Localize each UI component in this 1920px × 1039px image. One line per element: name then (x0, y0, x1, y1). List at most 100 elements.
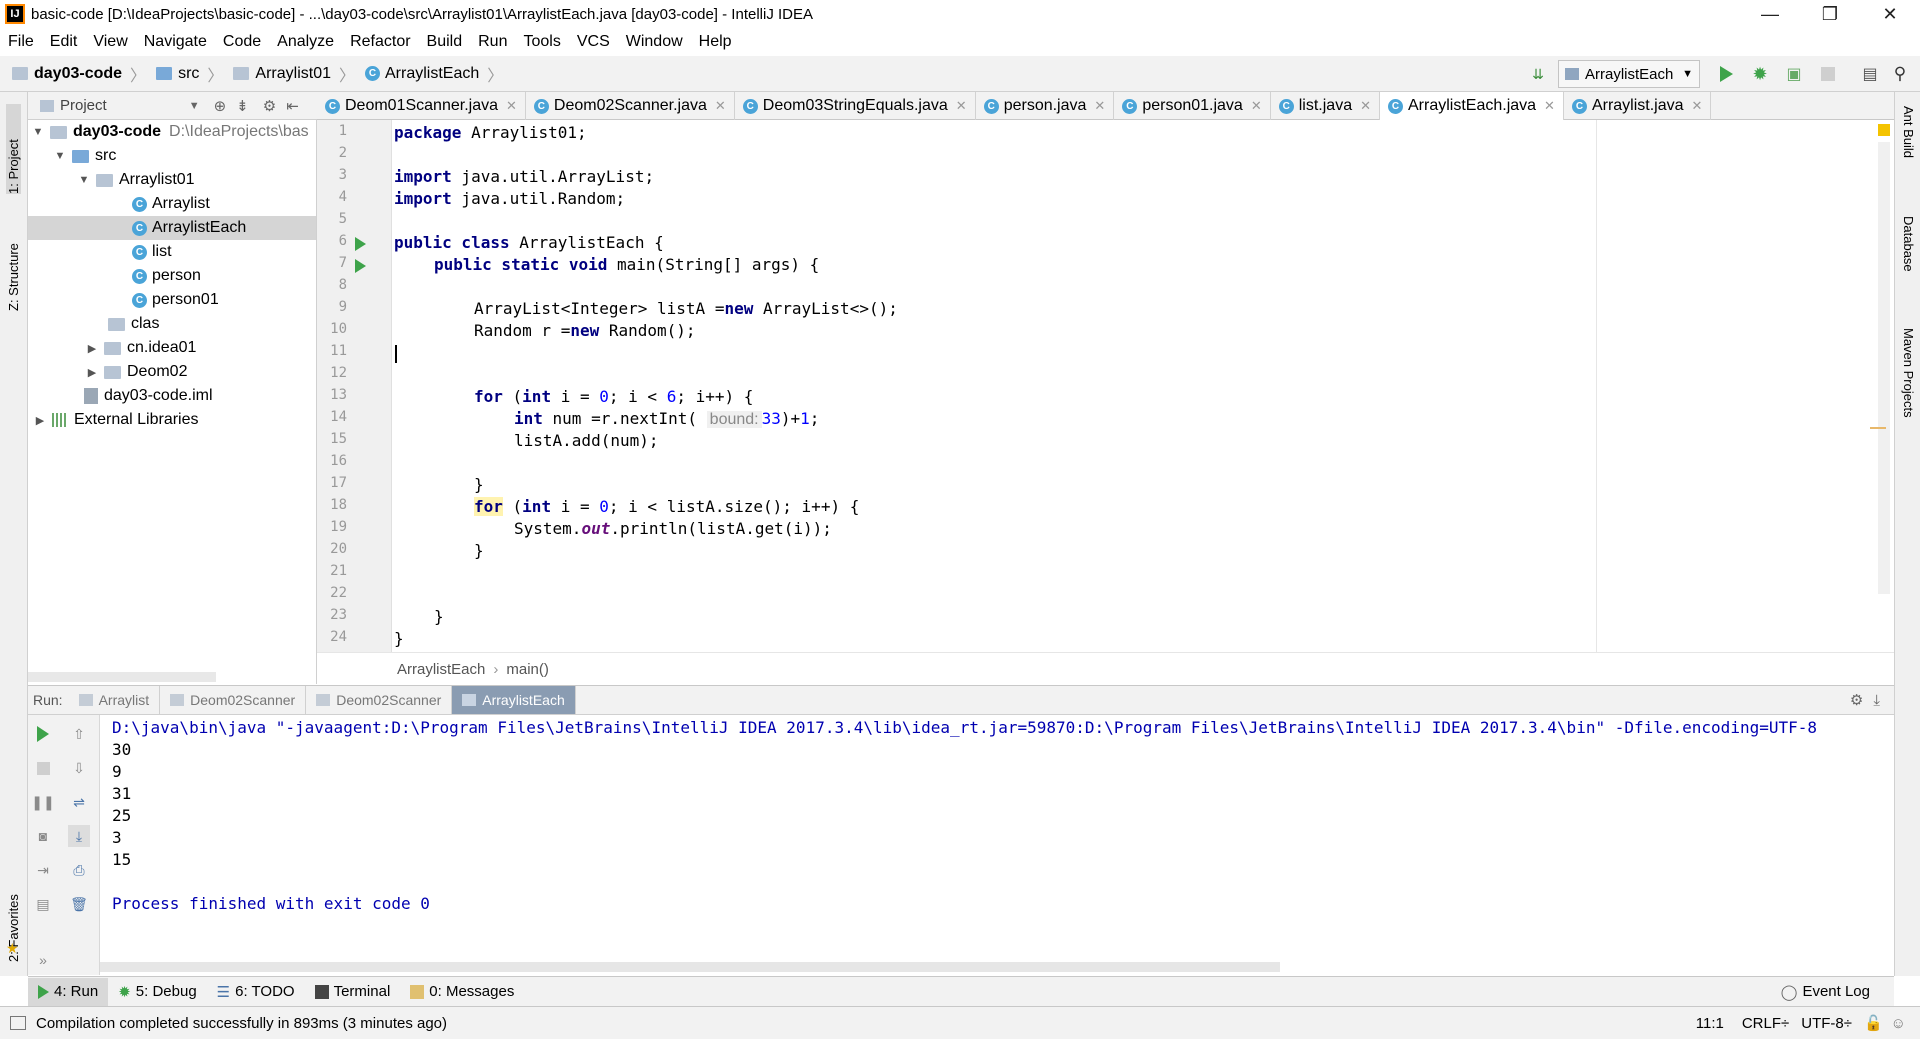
tree-node-class[interactable]: C list (132, 240, 172, 264)
breadcrumb-src[interactable]: src 〉 (156, 62, 223, 86)
print-icon[interactable]: ⎙ (68, 859, 90, 881)
tree-node-package[interactable]: ▼ Arraylist01 (76, 168, 195, 192)
tree-node-class[interactable]: C person (132, 264, 201, 288)
close-button[interactable]: ✕ (1860, 0, 1920, 28)
exit-icon[interactable]: ⇥ (32, 859, 54, 881)
gear-icon[interactable]: ⚙ (1850, 691, 1863, 709)
tab-person01[interactable]: Cperson01.java ✕ (1114, 92, 1271, 120)
run-configuration-select[interactable]: ArraylistEach ▼ (1558, 60, 1700, 88)
hide-panel-icon[interactable]: ⇤ (286, 97, 299, 115)
todo-tool-button[interactable]: ☰ 6: TODO (207, 978, 305, 1006)
tree-node-iml[interactable]: day03-code.iml (84, 384, 213, 408)
project-panel-title[interactable]: Project (60, 97, 107, 114)
close-icon[interactable]: ✕ (956, 98, 967, 114)
breadcrumb-project[interactable]: day03-code 〉 (12, 62, 146, 86)
close-icon[interactable]: ✕ (506, 98, 517, 114)
tree-node-package[interactable]: ▶ Deom02 (84, 360, 188, 384)
tree-node-package[interactable]: ▶ cn.idea01 (84, 336, 197, 360)
database-tool-button[interactable]: Database (1901, 216, 1916, 296)
inspector-icon[interactable]: ☺ (1891, 1015, 1906, 1032)
tree-node-libraries[interactable]: ▶ External Libraries (32, 408, 199, 432)
menu-code[interactable]: Code (215, 33, 269, 51)
run-tab-deom02scanner-2[interactable]: Deom02Scanner (306, 686, 453, 714)
chevron-right-icon[interactable]: ▶ (84, 366, 100, 379)
close-icon[interactable]: ✕ (1692, 98, 1703, 114)
breadcrumb-class[interactable]: ArraylistEach (397, 661, 485, 678)
rerun-icon[interactable] (32, 723, 54, 745)
menu-navigate[interactable]: Navigate (136, 33, 215, 51)
build-project-icon[interactable]: ⇊ (1528, 64, 1548, 84)
console-output[interactable]: D:\java\bin\java "-javaagent:D:\Program … (100, 715, 1894, 975)
chevron-right-icon[interactable]: ▶ (32, 414, 48, 427)
tree-node-class-selected[interactable]: C ArraylistEach (28, 216, 316, 240)
debug-icon[interactable]: ✹ (1750, 64, 1770, 84)
warning-indicator-icon[interactable] (1878, 124, 1890, 136)
trash-icon[interactable]: 🗑 (68, 893, 90, 915)
horizontal-scrollbar[interactable] (100, 962, 1280, 972)
run-tool-button[interactable]: 4: Run (28, 977, 109, 1006)
menu-help[interactable]: Help (691, 33, 740, 51)
tree-node-project[interactable]: ▼ day03-code D:\IdeaProjects\bas (28, 120, 316, 144)
menu-edit[interactable]: Edit (42, 33, 86, 51)
chevron-right-icon[interactable]: ▶ (84, 342, 100, 355)
messages-tool-button[interactable]: 0: Messages (400, 978, 524, 1006)
terminal-tool-button[interactable]: Terminal (305, 978, 401, 1006)
run-tab-arraylisteach[interactable]: ArraylistEach (452, 686, 576, 714)
maximize-button[interactable]: ❐ (1800, 0, 1860, 28)
chevron-down-icon[interactable]: ▼ (189, 100, 200, 112)
close-icon[interactable]: ✕ (1544, 98, 1555, 114)
hide-panel-icon[interactable]: ⤓ (1873, 692, 1880, 709)
menu-window[interactable]: Window (618, 33, 691, 51)
tab-deom03stringequals[interactable]: C Deom03StringEquals.java ✕ (735, 92, 976, 120)
project-tool-button[interactable]: 1: Project (6, 104, 21, 194)
dump-threads-icon[interactable]: ◙ (32, 825, 54, 847)
search-icon[interactable]: ⚲ (1890, 64, 1910, 84)
run-tab-arraylist[interactable]: Arraylist (69, 686, 161, 714)
stop-icon[interactable] (1818, 64, 1838, 84)
close-icon[interactable]: ✕ (715, 98, 726, 114)
run-icon[interactable] (1716, 64, 1736, 84)
status-message[interactable]: Compilation completed successfully in 89… (36, 1015, 447, 1032)
stop-icon[interactable] (32, 757, 54, 779)
menu-analyze[interactable]: Analyze (269, 33, 342, 51)
menu-file[interactable]: File (0, 33, 42, 51)
chevron-down-icon[interactable]: ▼ (30, 126, 46, 138)
tab-deom02scanner[interactable]: C Deom02Scanner.java ✕ (526, 92, 735, 120)
menu-tools[interactable]: Tools (515, 33, 568, 51)
breadcrumb-package[interactable]: Arraylist01 〉 (233, 62, 355, 86)
scroll-to-end-icon[interactable]: ⤓ (68, 825, 90, 847)
tool-windows-toggle-icon[interactable] (10, 1016, 26, 1030)
run-class-gutter-icon[interactable] (355, 237, 366, 251)
down-arrow-icon[interactable]: ⇩ (68, 757, 90, 779)
tab-arraylist[interactable]: C Arraylist.java ✕ (1564, 92, 1712, 120)
chevron-down-icon[interactable]: ▼ (52, 150, 68, 162)
pause-icon[interactable]: ❚❚ (31, 791, 54, 813)
breadcrumb-file[interactable]: C ArraylistEach 〉 (365, 62, 503, 86)
gear-icon[interactable]: ⚙ (263, 97, 276, 115)
close-icon[interactable]: ✕ (1360, 98, 1371, 114)
tab-person[interactable]: Cperson.java ✕ (976, 92, 1115, 120)
event-log-button[interactable]: ◯ Event Log (1771, 978, 1880, 1006)
tab-list[interactable]: Clist.java ✕ (1271, 92, 1380, 120)
menu-view[interactable]: View (85, 33, 135, 51)
soft-wrap-icon[interactable]: ⇌ (68, 791, 90, 813)
vertical-scrollbar[interactable] (1878, 142, 1890, 594)
lock-icon[interactable]: 🔓 (1864, 1014, 1883, 1032)
coverage-icon[interactable]: ▣ (1784, 64, 1804, 84)
collapse-all-icon[interactable]: ⇟ (236, 97, 249, 115)
tab-deom01scanner[interactable]: C Deom01Scanner.java ✕ (317, 92, 526, 120)
minimize-button[interactable]: — (1740, 0, 1800, 28)
run-main-gutter-icon[interactable] (355, 259, 366, 273)
file-encoding[interactable]: UTF-8÷ (1801, 1015, 1852, 1032)
project-structure-icon[interactable]: ▤ (1860, 64, 1880, 84)
structure-tool-button[interactable]: Z: Structure (6, 216, 21, 311)
horizontal-scrollbar[interactable] (28, 672, 216, 682)
tab-arraylisteach[interactable]: C ArraylistEach.java ✕ (1380, 92, 1564, 120)
chevron-down-icon[interactable]: ▼ (76, 174, 92, 186)
line-separator[interactable]: CRLF÷ (1742, 1015, 1789, 1032)
up-arrow-icon[interactable]: ⇧ (68, 723, 90, 745)
tree-node-package[interactable]: clas (108, 312, 159, 336)
breadcrumb-method[interactable]: main() (506, 661, 549, 678)
run-tab-deom02scanner[interactable]: Deom02Scanner (160, 686, 307, 714)
menu-vcs[interactable]: VCS (569, 33, 618, 51)
